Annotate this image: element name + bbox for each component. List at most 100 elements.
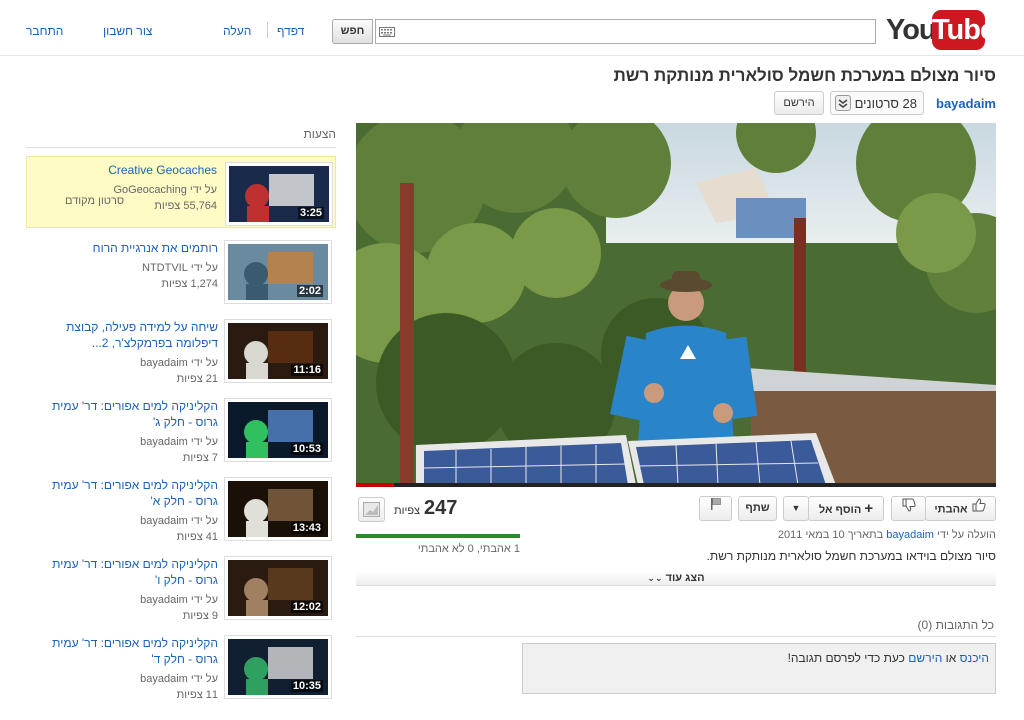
suggestion-views: 1,274 צפיות [161, 278, 218, 290]
suggestion-title-link[interactable]: שיחה על למידה פעילה, קבוצת דיפלומה בפרמק… [33, 319, 218, 351]
suggestion-views: 7 צפיות [182, 452, 218, 464]
like-label: אהבתי [934, 503, 968, 516]
video-thumbnail[interactable]: 11:16 [225, 320, 331, 382]
video-duration: 3:25 [297, 207, 324, 219]
keyboard-icon[interactable] [375, 19, 397, 44]
suggestion-views: 9 צפיות [182, 610, 218, 622]
suggestion-views: 41 צפיות [176, 531, 218, 543]
suggestion-title-link[interactable]: רותמים את אנרגיית הרוח [33, 240, 218, 256]
logo-you-text: You [886, 14, 937, 46]
sign-in-link[interactable]: היכנס [960, 651, 989, 665]
suggestion-title-link[interactable]: הקליניקה למים אפורים: דר' עמית גרוס - חל… [33, 398, 218, 430]
comment-signin-message: היכנס או הירשם כעת כדי לפרסם תגובה! [788, 651, 989, 665]
flag-icon [709, 497, 723, 520]
video-description: סיור מצולם בוידאו במערכת חשמל סולארית מנ… [706, 549, 997, 563]
like-counts: 1 אהבתי, 0 לא אהבתי [417, 543, 520, 555]
dropdown-arrow-icon: ▼ [791, 503, 801, 513]
thumbs-down-icon [901, 497, 917, 522]
show-more-label: הצג עוד [665, 572, 705, 584]
share-button[interactable]: שתף [738, 496, 777, 521]
suggestion-views: 55,764 צפיות [154, 200, 217, 212]
stats-chart-icon [363, 502, 380, 520]
suggestion-title-link[interactable]: הקליניקה למים אפורים: דר' עמית גרוס - חל… [33, 477, 218, 509]
or-text: או [945, 651, 957, 665]
like-ratio-bar [356, 534, 520, 538]
suggestion-item[interactable]: 13:43 הקליניקה למים אפורים: דר' עמית גרוס… [26, 472, 336, 544]
comment-prompt-text: כעת כדי לפרסם תגובה! [787, 651, 905, 665]
nav-upload-link[interactable]: העלה [223, 24, 251, 38]
double-chevron-down-icon: ⌄⌄ [647, 573, 663, 583]
youtube-logo[interactable]: You Tube [884, 10, 996, 50]
channel-link[interactable]: bayadaim [936, 96, 996, 111]
upload-date: בתאריך 10 במאי 2011 [777, 529, 884, 541]
suggestion-item[interactable]: 3:25 Creative Geocaches על ידי GoGeocachin… [26, 156, 336, 228]
suggestion-uploader: על ידי GoGeocaching [113, 184, 217, 196]
nav-browse-link[interactable]: דפדף [277, 24, 304, 38]
like-button[interactable]: אהבתי [925, 496, 996, 521]
divider [356, 636, 996, 637]
video-thumbnail[interactable]: 10:35 [225, 636, 331, 698]
dislike-button[interactable] [891, 496, 926, 521]
search-input[interactable] [396, 19, 876, 44]
suggestion-item[interactable]: 11:16 שיחה על למידה פעילה, קבוצת דיפלומה … [26, 314, 336, 386]
search-button[interactable]: חפש [332, 19, 373, 44]
suggestion-title-link[interactable]: הקליניקה למים אפורים: דר' עמית גרוס - חל… [33, 635, 218, 667]
video-thumbnail[interactable]: 12:02 [225, 557, 331, 619]
suggestion-item[interactable]: 12:02 הקליניקה למים אפורים: דר' עמית גרוס… [26, 551, 336, 623]
suggestion-item[interactable]: 2:02 רותמים את אנרגיית הרוח על ידי NTDTVIL… [26, 235, 336, 307]
video-duration: 13:43 [290, 522, 323, 534]
masthead: You Tube חפש דפדף העלה צור חשבון התחבר [0, 0, 1024, 56]
suggestion-views: 21 צפיות [176, 373, 218, 385]
suggestion-title-link[interactable]: Creative Geocaches [32, 162, 217, 178]
add-to-dropdown[interactable]: ▼ [783, 496, 809, 521]
chevron-down-icon[interactable] [835, 95, 851, 111]
video-progress-bar[interactable] [356, 483, 996, 487]
video-duration: 2:02 [296, 285, 323, 297]
suggestion-uploader: על ידי NTDTVIL [142, 262, 218, 274]
add-to-button[interactable]: + הוסף אל [808, 496, 884, 521]
video-thumbnail[interactable]: 10:53 [225, 399, 331, 461]
thumbs-up-icon [971, 497, 987, 522]
comment-signin-box: היכנס או הירשם כעת כדי לפרסם תגובה! [522, 643, 996, 694]
suggestion-uploader: על ידי bayadaim [140, 594, 218, 606]
plus-icon: + [864, 500, 874, 517]
signup-link[interactable]: הירשם [908, 651, 942, 665]
video-thumbnail[interactable]: 2:02 [225, 241, 331, 303]
suggestion-views: 11 צפיות [176, 689, 218, 701]
subscribe-button[interactable]: הירשם [774, 91, 824, 115]
suggestion-uploader: על ידי bayadaim [140, 436, 218, 448]
promoted-badge: סרטון מקודם [65, 195, 125, 207]
view-count: 247 [424, 497, 458, 519]
nav-sign-in-link[interactable]: התחבר [26, 24, 63, 38]
nav-create-account-link[interactable]: צור חשבון [103, 24, 152, 38]
show-more-button[interactable]: הצג עוד ⌄⌄ [356, 572, 996, 586]
logo-tube-text: Tube [932, 10, 996, 50]
video-player[interactable] [356, 123, 996, 485]
video-title: סיור מצולם במערכת חשמל סולארית מנותקת רש… [613, 66, 996, 85]
channel-video-count[interactable]: 28 סרטונים [830, 91, 924, 115]
suggestion-title-link[interactable]: הקליניקה למים אפורים: דר' עמית גרוס - חל… [33, 556, 218, 588]
uploader-link[interactable]: bayadaim [886, 529, 934, 541]
nav-divider [267, 22, 268, 38]
upload-info: הועלה על ידי bayadaim בתאריך 10 במאי 201… [778, 529, 996, 541]
video-thumbnail[interactable]: 3:25 [226, 163, 332, 225]
video-duration: 10:53 [290, 443, 323, 455]
video-duration: 10:35 [290, 680, 323, 692]
video-duration: 11:16 [291, 364, 323, 376]
video-duration: 12:02 [290, 601, 323, 613]
suggestion-item[interactable]: 10:35 הקליניקה למים אפורים: דר' עמית גרוס… [26, 630, 336, 702]
video-count-label: 28 סרטונים [854, 96, 917, 111]
flag-button[interactable] [699, 496, 732, 521]
views-label: צפיות [394, 505, 421, 517]
video-thumbnail[interactable]: 13:43 [225, 478, 331, 540]
progress-fill [356, 483, 395, 487]
suggestions-heading: הצעות [303, 127, 336, 141]
suggestion-item[interactable]: 10:53 הקליניקה למים אפורים: דר' עמית גרוס… [26, 393, 336, 465]
add-to-label: הוסף אל [818, 504, 862, 516]
stats-button[interactable] [358, 497, 385, 522]
suggestion-uploader: על ידי bayadaim [140, 673, 218, 685]
video-frame [356, 123, 996, 485]
upload-prefix: הועלה על ידי [937, 529, 996, 541]
divider [26, 147, 336, 148]
suggestion-uploader: על ידי bayadaim [140, 515, 218, 527]
